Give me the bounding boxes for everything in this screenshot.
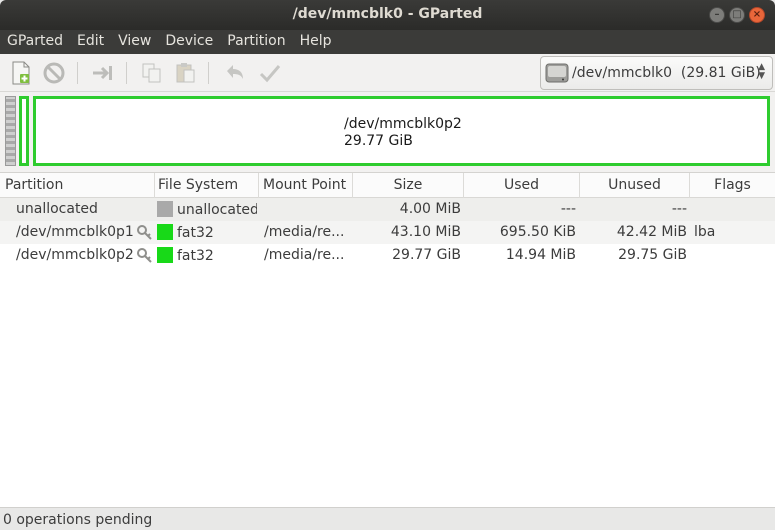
cell-unused: --- [671, 201, 687, 217]
menu-partition[interactable]: Partition [220, 30, 292, 54]
key-icon [137, 248, 152, 263]
new-partition-button[interactable] [8, 60, 34, 86]
toolbar-separator [208, 62, 209, 84]
filesystem-label: unallocated [177, 202, 257, 218]
delete-button[interactable] [41, 60, 67, 86]
table-row[interactable]: unallocated unallocated 4.00 MiB --- --- [0, 198, 775, 221]
cell-size: 43.10 MiB [390, 224, 461, 240]
menu-gparted[interactable]: GParted [0, 30, 70, 54]
map-segment-unallocated[interactable] [5, 96, 16, 166]
table-header: Partition File System Mount Point Size U… [0, 173, 775, 198]
undo-button[interactable] [222, 60, 248, 86]
menu-device[interactable]: Device [158, 30, 220, 54]
key-icon [137, 225, 152, 240]
close-button[interactable]: × [749, 7, 765, 23]
column-header-unused[interactable]: Unused [580, 173, 690, 198]
resize-move-button[interactable] [90, 60, 116, 86]
status-text: 0 operations pending [3, 512, 153, 528]
window-title: /dev/mmcblk0 - GParted [292, 6, 483, 22]
apply-icon [259, 65, 281, 83]
window-controls: – □ × [709, 7, 765, 23]
map-segment-size: 29.77 GiB [344, 133, 413, 149]
filesystem-label: fat32 [177, 225, 214, 241]
map-segment-mmcblk0p2[interactable]: /dev/mmcblk0p2 29.77 GiB [33, 96, 770, 166]
cell-used: 14.94 MiB [505, 247, 576, 263]
hard-disk-icon [545, 63, 569, 83]
table-row[interactable]: /dev/mmcblk0p2 fat32/media/re... 29.77 GiB… [0, 244, 775, 267]
paste-icon [176, 63, 195, 83]
device-selector[interactable]: /dev/mmcblk0 (29.81 GiB) ▲ ▼ [540, 56, 773, 90]
filesystem-color-swatch [157, 201, 173, 217]
filesystem-color-swatch [157, 247, 173, 263]
paste-button[interactable] [173, 60, 199, 86]
menu-view[interactable]: View [111, 30, 158, 54]
cell-partition: /dev/mmcblk0p2 [16, 247, 134, 263]
column-header-mountpoint[interactable]: Mount Point [258, 173, 353, 198]
cell-mountpoint: /media/re... [264, 224, 345, 240]
column-header-size[interactable]: Size [353, 173, 464, 198]
cell-unused: 29.75 GiB [618, 247, 687, 263]
copy-button[interactable] [139, 60, 165, 86]
device-path: /dev/mmcblk0 [572, 65, 672, 81]
menu-bar: GParted Edit View Device Partition Help [0, 30, 775, 54]
resize-move-icon [93, 66, 112, 80]
cell-used: --- [560, 201, 576, 217]
map-segment-name: /dev/mmcblk0p2 [344, 116, 462, 132]
device-size: (29.81 GiB) [680, 65, 761, 81]
filesystem-color-swatch [157, 224, 173, 240]
cell-size: 4.00 MiB [399, 201, 461, 217]
cell-flags: lba [694, 224, 716, 240]
menu-edit[interactable]: Edit [70, 30, 111, 54]
column-header-partition[interactable]: Partition [0, 173, 155, 198]
table-row[interactable]: /dev/mmcblk0p1 fat32/media/re... 43.10 MiB… [0, 221, 775, 244]
column-header-filesystem[interactable]: File System [153, 173, 259, 198]
undo-icon [227, 65, 243, 79]
cell-filesystem: unallocated [157, 201, 257, 218]
cell-filesystem: fat32 [157, 224, 257, 241]
minimize-button[interactable]: – [709, 7, 725, 23]
map-segment-mmcblk0p1[interactable] [19, 96, 29, 166]
cell-partition: /dev/mmcblk0p1 [16, 224, 134, 240]
menu-help[interactable]: Help [293, 30, 339, 54]
cell-size: 29.77 GiB [392, 247, 461, 263]
toolbar-separator [77, 62, 78, 84]
new-partition-icon [12, 61, 30, 85]
title-bar: /dev/mmcblk0 - GParted – □ × [0, 0, 775, 30]
column-header-flags[interactable]: Flags [690, 173, 775, 198]
delete-icon [43, 62, 65, 84]
toolbar-separator [126, 62, 127, 84]
column-header-used[interactable]: Used [464, 173, 580, 198]
apply-button[interactable] [257, 60, 283, 86]
cell-partition: unallocated [16, 201, 98, 217]
filesystem-label: fat32 [177, 248, 214, 264]
chevron-updown-icon: ▲ ▼ [758, 62, 765, 81]
status-bar: 0 operations pending [0, 507, 775, 530]
copy-icon [142, 63, 161, 83]
partition-map: /dev/mmcblk0p2 29.77 GiB [0, 92, 775, 172]
maximize-button[interactable]: □ [729, 7, 745, 23]
cell-filesystem: fat32 [157, 247, 257, 264]
partition-table: Partition File System Mount Point Size U… [0, 172, 775, 507]
cell-mountpoint: /media/re... [264, 247, 345, 263]
cell-used: 695.50 KiB [499, 224, 576, 240]
cell-unused: 42.42 MiB [616, 224, 687, 240]
